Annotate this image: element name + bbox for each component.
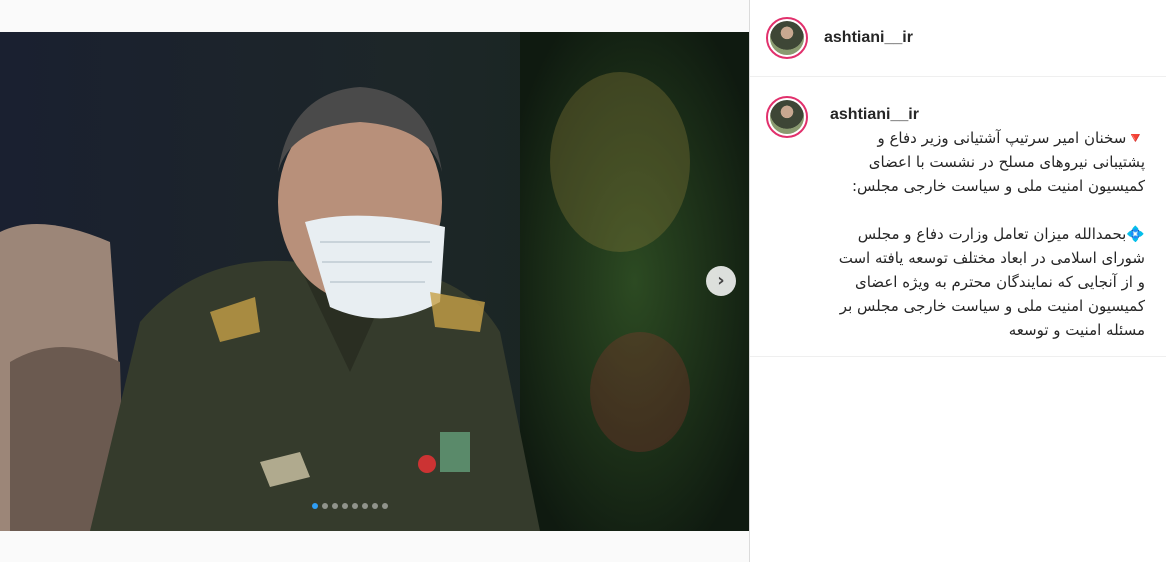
caption-body: ashtiani__ir 🔻سخنان امیر سرتیپ آشتیانی و… [830,96,1145,354]
header-username[interactable]: ashtiani__ir [824,29,913,47]
carousel-dot [362,503,368,509]
carousel-dot [322,503,328,509]
media-pane: › [0,0,749,562]
divider [750,356,1166,357]
post-header: ashtiani__ir [750,0,1166,77]
carousel-dot [372,503,378,509]
carousel-dot [342,503,348,509]
avatar[interactable] [766,17,808,59]
caption-avatar[interactable] [766,96,808,138]
post-sidebar: ashtiani__ir ashtiani__ir 🔻سخنان امیر سر… [749,0,1166,562]
carousel-dot [382,503,388,509]
chevron-right-icon: › [717,270,725,291]
carousel-indicator [312,503,388,509]
carousel-dot [352,503,358,509]
caption-username[interactable]: ashtiani__ir [830,106,1145,124]
next-slide-button[interactable]: › [706,266,736,296]
caption-container: ashtiani__ir 🔻سخنان امیر سرتیپ آشتیانی و… [766,96,1154,354]
carousel-dot [332,503,338,509]
caption-text: 🔻سخنان امیر سرتیپ آشتیانی وزیر دفاع و پش… [838,129,1145,339]
carousel-dot [312,503,318,509]
post-photo[interactable]: › [0,32,749,531]
